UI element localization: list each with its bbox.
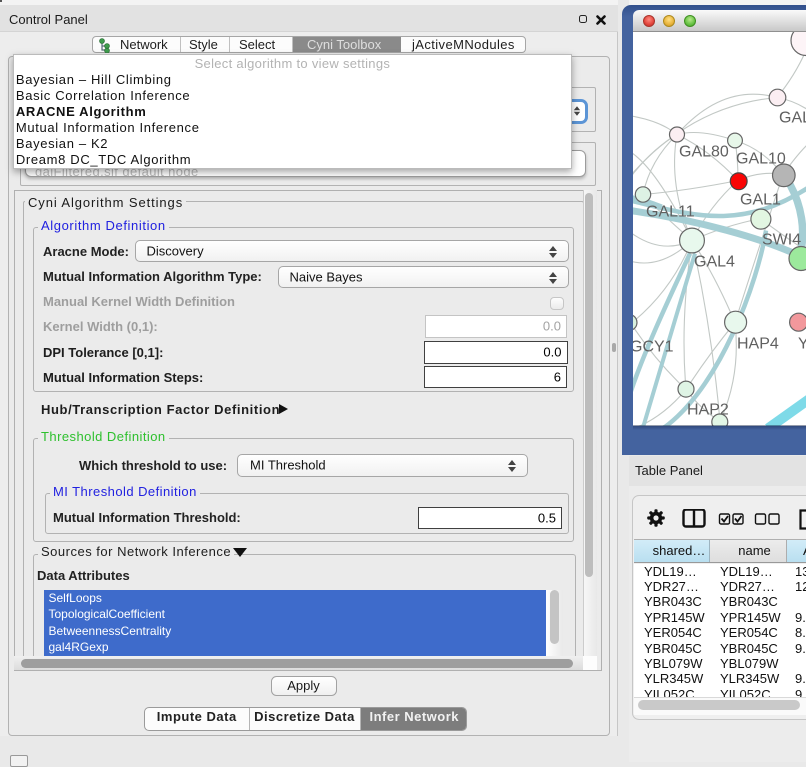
svg-text:HAP2: HAP2 xyxy=(687,401,729,418)
svg-text:GAL2: GAL2 xyxy=(779,109,806,126)
svg-text:GAL4: GAL4 xyxy=(694,253,735,270)
svg-text:GAL80: GAL80 xyxy=(679,143,729,160)
svg-text:SWI4: SWI4 xyxy=(762,231,801,248)
svg-text:GCY1: GCY1 xyxy=(633,338,674,355)
svg-text:HAP4: HAP4 xyxy=(737,335,779,352)
svg-text:GAL11: GAL11 xyxy=(646,203,695,220)
svg-text:GAL10: GAL10 xyxy=(736,150,786,167)
svg-text:YJ: YJ xyxy=(798,335,806,352)
svg-text:GAL1: GAL1 xyxy=(740,191,781,208)
